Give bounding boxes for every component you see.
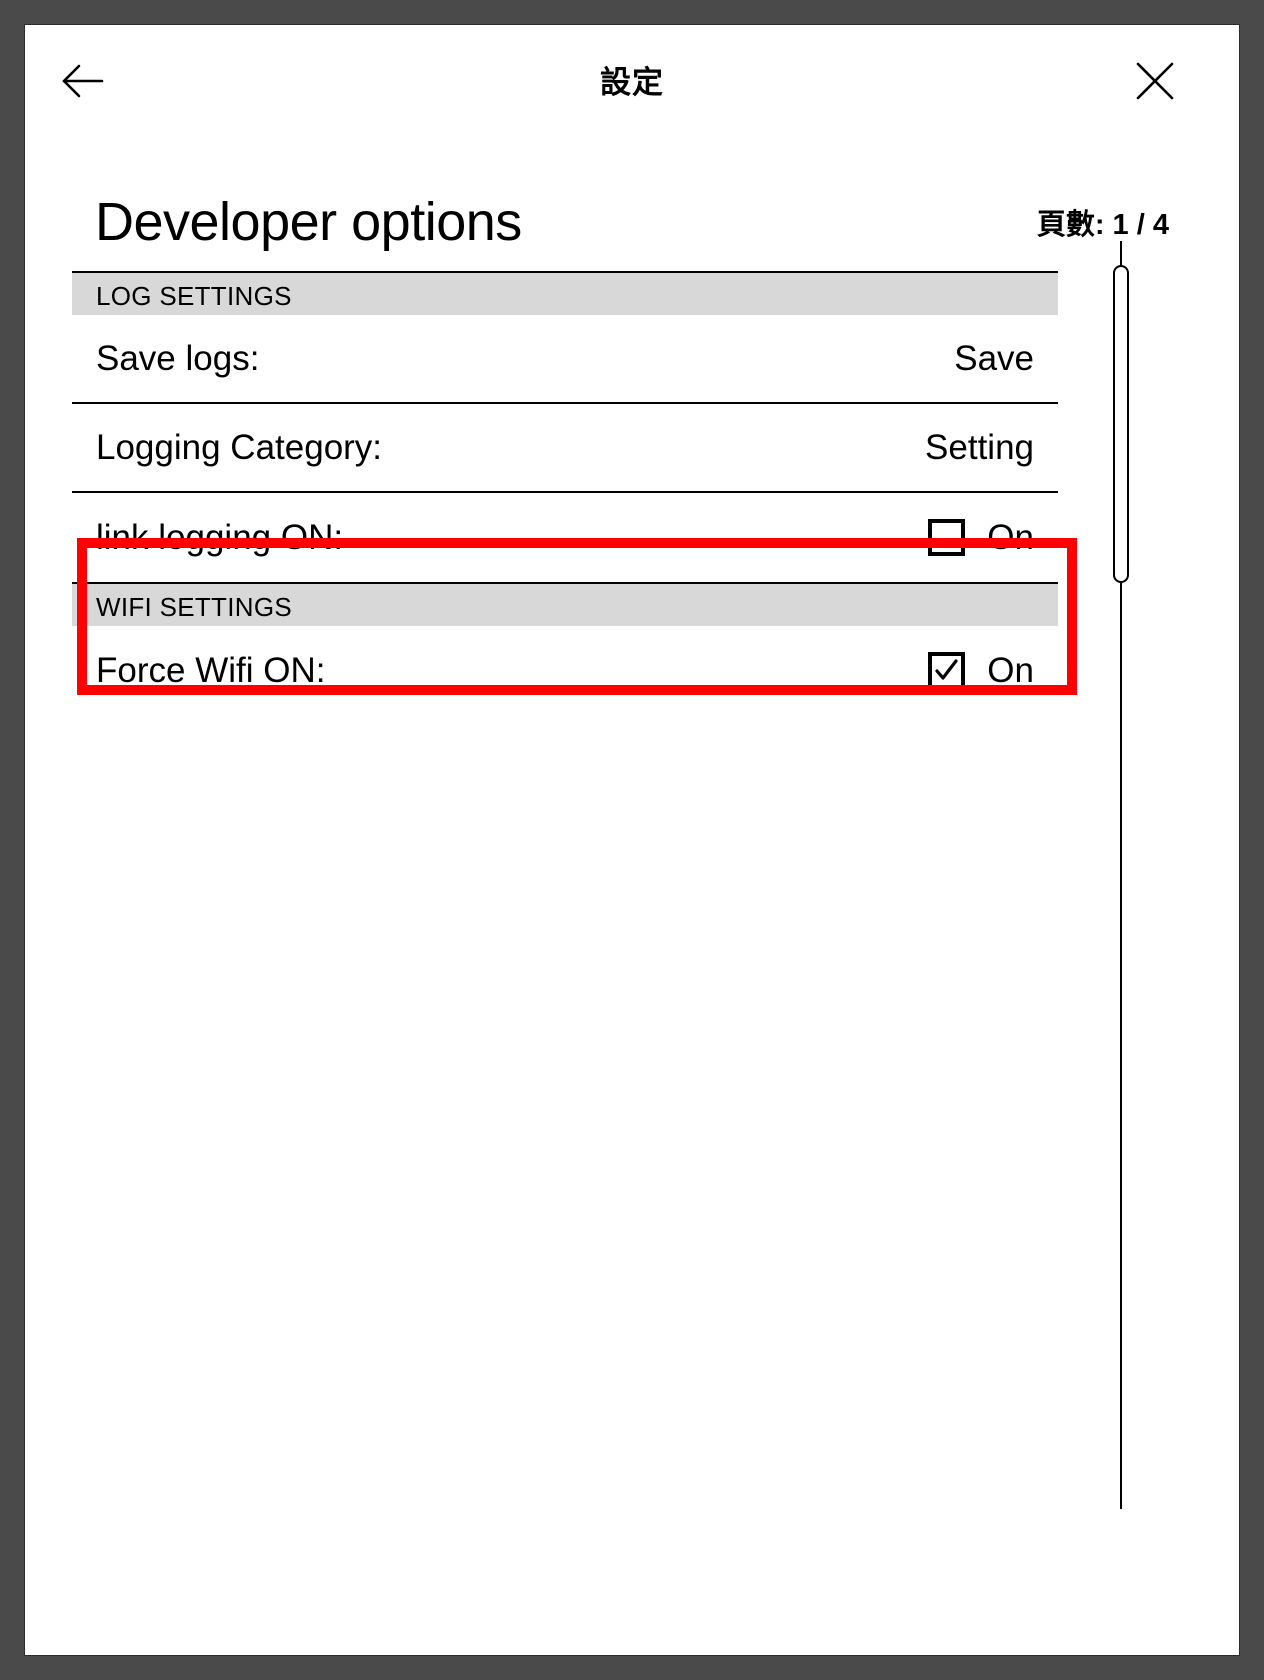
setting-label-force-wifi: Force Wifi ON: [96, 650, 326, 690]
scrollbar-thumb[interactable] [1113, 265, 1129, 583]
setting-row-force-wifi[interactable]: Force Wifi ON: On [72, 626, 1058, 715]
section-header-log-settings: LOG SETTINGS [72, 271, 1058, 315]
setting-row-logging-category[interactable]: Logging Category: Setting [72, 404, 1058, 493]
checkbox-checked-icon[interactable] [928, 652, 966, 689]
section-header-wifi-settings: WIFI SETTINGS [72, 582, 1058, 626]
settings-list: LOG SETTINGS Save logs: Save Logging Cat… [72, 271, 1058, 715]
close-button[interactable] [1123, 49, 1187, 113]
force-wifi-control[interactable]: On [928, 651, 1058, 691]
link-logging-control[interactable]: On [928, 518, 1058, 558]
check-mark-icon [935, 659, 958, 680]
logging-category-action[interactable]: Setting [925, 428, 1058, 468]
close-icon [1136, 62, 1174, 100]
link-logging-state-label: On [987, 517, 1034, 557]
title-bar: 設定 [25, 25, 1239, 129]
page-title: Developer options [95, 192, 522, 252]
save-logs-action[interactable]: Save [954, 339, 1058, 379]
window-title: 設定 [600, 65, 664, 100]
setting-row-save-logs[interactable]: Save logs: Save [72, 315, 1058, 404]
force-wifi-state-label: On [987, 650, 1034, 690]
setting-label-link-logging: link logging ON: [96, 517, 344, 557]
page-heading-row: Developer options 頁數: 1 / 4 [95, 167, 1169, 249]
page-counter: 頁數: 1 / 4 [1036, 209, 1169, 241]
vertical-scrollbar[interactable] [1113, 241, 1129, 1509]
setting-row-link-logging[interactable]: link logging ON: On [72, 493, 1058, 582]
setting-label-save-logs: Save logs: [96, 338, 260, 378]
setting-label-logging-category: Logging Category: [96, 427, 383, 467]
settings-window: 設定 Developer options 頁數: 1 / 4 LOG SETTI… [24, 24, 1240, 1656]
checkbox-unchecked-icon[interactable] [928, 519, 966, 556]
